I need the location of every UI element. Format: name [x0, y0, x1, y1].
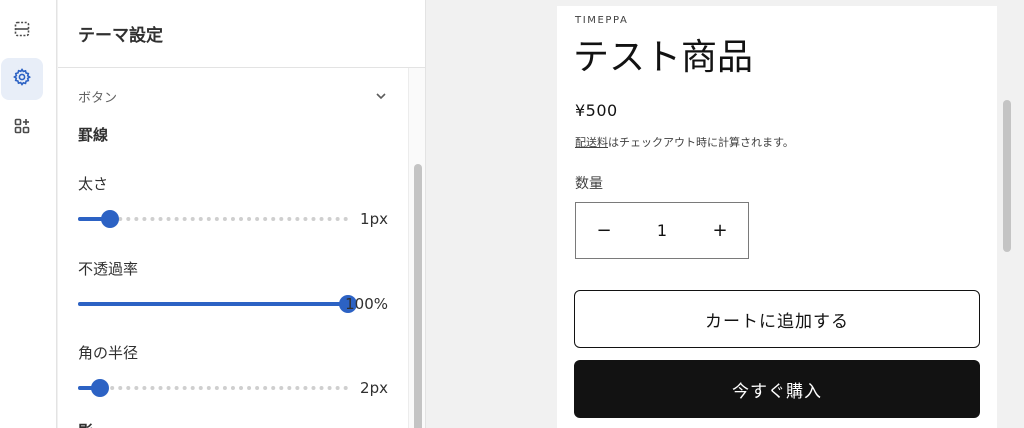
- panel-scrollbar-thumb[interactable]: [414, 164, 422, 428]
- quantity-stepper: − 1 +: [575, 202, 749, 259]
- icon-rail: [0, 0, 57, 428]
- panel-header: テーマ設定: [58, 0, 425, 68]
- field-label-thickness: 太さ: [78, 175, 109, 193]
- gear-icon: [12, 67, 32, 91]
- slider-thumb[interactable]: [90, 379, 109, 397]
- quantity-increase-button[interactable]: +: [692, 203, 748, 258]
- panel-title: テーマ設定: [78, 26, 163, 46]
- theme-settings-button[interactable]: [1, 58, 43, 100]
- slider-thumb[interactable]: [101, 210, 120, 228]
- preview-scrollbar-thumb[interactable]: [1003, 100, 1011, 252]
- shipping-note: 配送料はチェックアウト時に計算されます。: [575, 134, 794, 150]
- slider-track: [78, 386, 348, 390]
- panel-scrollbar[interactable]: [408, 68, 425, 428]
- shipping-link[interactable]: 配送料: [575, 136, 608, 149]
- buy-now-button[interactable]: 今すぐ購入: [574, 360, 980, 418]
- corner-radius-slider[interactable]: [78, 378, 348, 398]
- thickness-slider[interactable]: [78, 209, 348, 229]
- panel-body: ボタン 罫線 太さ 1px 不透過率 100% 角の半径 2px: [58, 68, 408, 428]
- apps-button[interactable]: [1, 107, 43, 149]
- apps-add-icon: [12, 116, 32, 140]
- product-title: テスト商品: [573, 37, 754, 78]
- quantity-decrease-button[interactable]: −: [576, 203, 632, 258]
- add-to-cart-button[interactable]: カートに追加する: [574, 290, 980, 348]
- quantity-input[interactable]: 1: [632, 221, 692, 240]
- product-vendor: TIMEPPA: [575, 15, 629, 26]
- product-preview: TIMEPPA テスト商品 ¥500 配送料はチェックアウト時に計算されます。 …: [557, 6, 997, 428]
- shipping-note-text: はチェックアウト時に計算されます。: [608, 136, 794, 149]
- section-label: ボタン: [78, 90, 118, 106]
- theme-settings-panel: テーマ設定 ボタン 罫線 太さ 1px 不透過率 100% 角の半径 2px: [58, 0, 426, 428]
- field-label-opacity: 不透過率: [78, 260, 139, 278]
- product-price: ¥500: [575, 101, 618, 120]
- slider-fill: [78, 302, 348, 306]
- field-label-corner-radius: 角の半径: [78, 344, 139, 362]
- section-toggle-buttons[interactable]: ボタン: [78, 86, 388, 106]
- preview-scrollbar[interactable]: [1000, 100, 1014, 252]
- opacity-slider[interactable]: [78, 294, 357, 314]
- shadow-group-title: 影: [78, 420, 93, 428]
- chevron-down-icon: [374, 89, 388, 103]
- border-group-title: 罫線: [78, 126, 109, 144]
- quantity-label: 数量: [575, 176, 603, 192]
- sections-button[interactable]: [1, 10, 43, 52]
- opacity-value: 100%: [345, 295, 388, 313]
- sections-icon: [12, 19, 32, 43]
- thickness-value: 1px: [360, 210, 388, 228]
- corner-radius-value: 2px: [360, 379, 388, 397]
